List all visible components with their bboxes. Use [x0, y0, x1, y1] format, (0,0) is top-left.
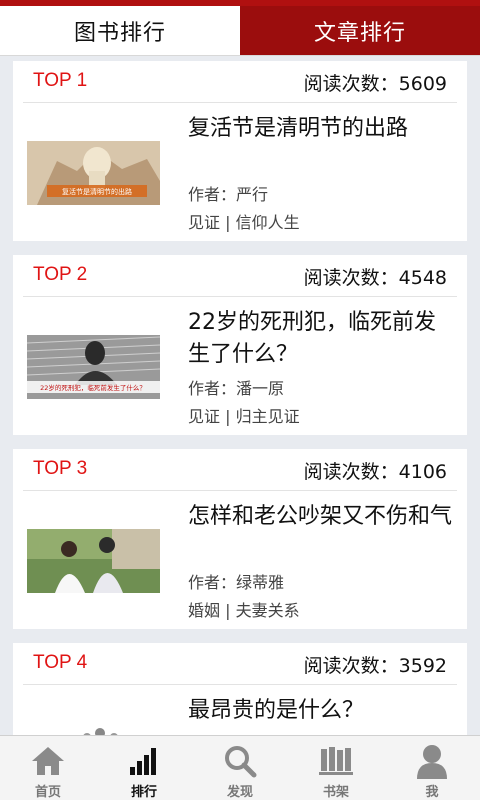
article-title: 怎样和老公吵架又不伤和气	[188, 504, 453, 529]
read-count: 阅读次数：5609	[303, 73, 447, 95]
ranking-tabs: 图书排行 文章排行	[0, 6, 480, 56]
card-header: TOP 4 阅读次数：3592	[13, 643, 467, 685]
rank-label: TOP 1	[33, 70, 88, 91]
bookshelf-icon	[316, 743, 356, 779]
thumbnail-caption: 22岁的死刑犯，临死前发生了什么？	[40, 383, 146, 392]
read-count: 阅读次数：3592	[303, 655, 447, 677]
rank-label: TOP 3	[33, 458, 88, 479]
nav-label: 书架	[322, 785, 349, 800]
search-icon	[220, 743, 260, 779]
article-ranking-list[interactable]: TOP 1 阅读次数：5609 复活节是清明节的出路 复活节是清明节的出路 作者…	[0, 57, 480, 735]
nav-discover[interactable]: 发现	[192, 736, 288, 800]
divider	[23, 296, 457, 297]
nav-label: 排行	[130, 785, 157, 800]
article-card[interactable]: TOP 2 阅读次数：4548 22岁的死刑犯，临死前发生了什么？ 22岁的死刑…	[13, 255, 467, 435]
nav-ranking[interactable]: 排行	[96, 736, 192, 800]
card-header: TOP 3 阅读次数：4106	[13, 449, 467, 491]
ranking-bars-icon	[124, 743, 164, 779]
article-author: 作者：严行	[188, 185, 269, 204]
read-count: 阅读次数：4548	[303, 267, 447, 289]
user-icon	[412, 743, 452, 779]
article-title: 复活节是清明节的出路	[188, 116, 409, 141]
bottom-navigation: 首页 排行 发现 书架 我	[0, 735, 480, 800]
article-card[interactable]: TOP 3 阅读次数：4106 怎样和老公吵架又不伤和气 作者：绿蒂雅 婚姻 |…	[13, 449, 467, 629]
article-thumbnail[interactable]	[27, 723, 160, 735]
rank-label: TOP 4	[33, 652, 88, 673]
card-header: TOP 1 阅读次数：5609	[13, 61, 467, 103]
nav-me[interactable]: 我	[384, 736, 480, 800]
card-header: TOP 2 阅读次数：4548	[13, 255, 467, 297]
article-author: 作者：潘一原	[188, 379, 285, 398]
thumbnail-caption: 复活节是清明节的出路	[62, 187, 132, 196]
article-tags: 婚姻 | 夫妻关系	[188, 601, 300, 620]
nav-bookshelf[interactable]: 书架	[288, 736, 384, 800]
nav-label: 发现	[226, 785, 253, 800]
tab-book-ranking[interactable]: 图书排行	[0, 6, 240, 55]
article-title: 22岁的死刑犯，临死前发生了什么？	[188, 310, 436, 367]
article-thumbnail[interactable]: 复活节是清明节的出路	[27, 141, 160, 205]
article-thumbnail[interactable]	[27, 529, 160, 593]
article-tags: 见证 | 归主见证	[188, 407, 300, 426]
divider	[23, 684, 457, 685]
article-thumbnail[interactable]: 22岁的死刑犯，临死前发生了什么？	[27, 335, 160, 399]
nav-home[interactable]: 首页	[0, 736, 96, 800]
article-card[interactable]: TOP 1 阅读次数：5609 复活节是清明节的出路 复活节是清明节的出路 作者…	[13, 61, 467, 241]
divider	[23, 490, 457, 491]
nav-label: 我	[425, 785, 439, 800]
article-tags: 见证 | 信仰人生	[188, 213, 300, 232]
nav-label: 首页	[34, 785, 61, 800]
rank-label: TOP 2	[33, 264, 88, 285]
read-count: 阅读次数：4106	[303, 461, 447, 483]
article-title: 最昂贵的是什么？	[188, 698, 365, 723]
article-author: 作者：绿蒂雅	[188, 573, 285, 592]
divider	[23, 102, 457, 103]
tab-article-ranking[interactable]: 文章排行	[240, 6, 480, 55]
home-icon	[28, 743, 68, 779]
article-card[interactable]: TOP 4 阅读次数：3592 最昂贵的是什么？	[13, 643, 467, 735]
